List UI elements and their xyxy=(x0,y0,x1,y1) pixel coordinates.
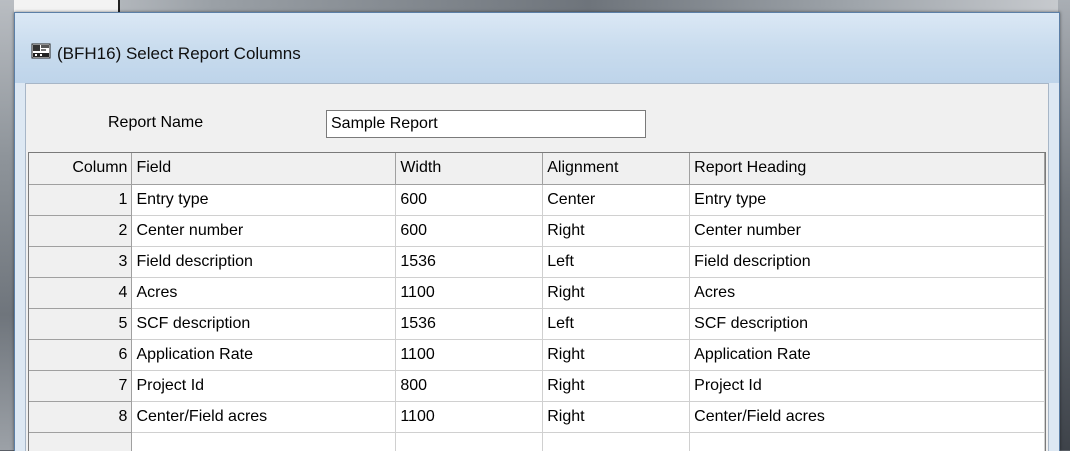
row-number[interactable]: 8 xyxy=(29,401,133,433)
table-row[interactable]: 1 Entry type 600 Center Entry type xyxy=(29,184,1045,216)
alignment-cell[interactable]: Right xyxy=(542,215,691,247)
dialog-client-area: Report Name Sample Report Column Field W… xyxy=(25,83,1049,451)
row-number[interactable]: 3 xyxy=(29,246,133,278)
field-cell[interactable]: Project Id xyxy=(131,370,397,402)
desktop-background-left xyxy=(0,0,14,450)
alignment-cell[interactable]: Right xyxy=(542,370,691,402)
width-cell[interactable]: 1100 xyxy=(395,339,544,371)
title-bar[interactable]: (BFH16) Select Report Columns xyxy=(15,13,1059,83)
column-header-column[interactable]: Column xyxy=(29,153,133,185)
column-header-field[interactable]: Field xyxy=(131,153,397,185)
table-row[interactable]: 3 Field description 1536 Left Field desc… xyxy=(29,246,1045,278)
report-heading-cell[interactable]: Entry type xyxy=(689,184,1045,216)
table-row-empty[interactable] xyxy=(29,432,1045,451)
table-row[interactable]: 2 Center number 600 Right Center number xyxy=(29,215,1045,247)
alignment-cell[interactable]: Left xyxy=(542,308,691,340)
column-header-report-heading[interactable]: Report Heading xyxy=(689,153,1045,185)
window-title: (BFH16) Select Report Columns xyxy=(57,44,301,63)
row-number[interactable]: 4 xyxy=(29,277,133,309)
row-number[interactable]: 2 xyxy=(29,215,133,247)
select-report-columns-window: (BFH16) Select Report Columns Report Nam… xyxy=(14,12,1060,451)
row-number[interactable]: 5 xyxy=(29,308,133,340)
report-columns-grid[interactable]: Column Field Width Alignment Report Head… xyxy=(28,152,1046,451)
report-heading-cell[interactable]: Project Id xyxy=(689,370,1045,402)
table-row[interactable]: 4 Acres 1100 Right Acres xyxy=(29,277,1045,309)
report-heading-cell[interactable]: Center number xyxy=(689,215,1045,247)
app-icon xyxy=(31,43,51,59)
alignment-cell[interactable]: Right xyxy=(542,277,691,309)
width-cell[interactable]: 1100 xyxy=(395,277,544,309)
report-heading-cell[interactable] xyxy=(689,432,1045,451)
table-row[interactable]: 6 Application Rate 1100 Right Applicatio… xyxy=(29,339,1045,371)
report-heading-cell[interactable]: Field description xyxy=(689,246,1045,278)
field-cell[interactable]: Center/Field acres xyxy=(131,401,397,433)
width-cell[interactable]: 600 xyxy=(395,215,544,247)
width-cell[interactable]: 1536 xyxy=(395,308,544,340)
width-cell[interactable]: 1536 xyxy=(395,246,544,278)
field-cell[interactable]: Application Rate xyxy=(131,339,397,371)
alignment-cell[interactable] xyxy=(542,432,691,451)
width-cell[interactable]: 800 xyxy=(395,370,544,402)
columns-table: Column Field Width Alignment Report Head… xyxy=(29,153,1045,451)
field-cell[interactable]: Center number xyxy=(131,215,397,247)
report-heading-cell[interactable]: Application Rate xyxy=(689,339,1045,371)
report-heading-cell[interactable]: SCF description xyxy=(689,308,1045,340)
table-row[interactable]: 8 Center/Field acres 1100 Right Center/F… xyxy=(29,401,1045,433)
width-cell[interactable]: 1100 xyxy=(395,401,544,433)
report-heading-cell[interactable]: Center/Field acres xyxy=(689,401,1045,433)
width-cell[interactable] xyxy=(395,432,544,451)
desktop-background-top xyxy=(0,0,1070,12)
row-number[interactable]: 7 xyxy=(29,370,133,402)
column-header-width[interactable]: Width xyxy=(395,153,544,185)
table-header-row: Column Field Width Alignment Report Head… xyxy=(29,153,1045,185)
field-cell[interactable] xyxy=(131,432,397,451)
field-cell[interactable]: Acres xyxy=(131,277,397,309)
report-name-label: Report Name xyxy=(108,114,204,131)
table-row[interactable]: 7 Project Id 800 Right Project Id xyxy=(29,370,1045,402)
report-heading-cell[interactable]: Acres xyxy=(689,277,1045,309)
column-header-alignment[interactable]: Alignment xyxy=(542,153,691,185)
table-row[interactable]: 5 SCF description 1536 Left SCF descript… xyxy=(29,308,1045,340)
field-cell[interactable]: Field description xyxy=(131,246,397,278)
background-window-tab xyxy=(14,0,120,12)
row-number[interactable]: 6 xyxy=(29,339,133,371)
row-number[interactable] xyxy=(29,432,133,451)
width-cell[interactable]: 600 xyxy=(395,184,544,216)
alignment-cell[interactable]: Left xyxy=(542,246,691,278)
alignment-cell[interactable]: Right xyxy=(542,339,691,371)
field-cell[interactable]: Entry type xyxy=(131,184,397,216)
field-cell[interactable]: SCF description xyxy=(131,308,397,340)
alignment-cell[interactable]: Center xyxy=(542,184,691,216)
row-number[interactable]: 1 xyxy=(29,184,133,216)
report-name-input[interactable]: Sample Report xyxy=(326,110,646,138)
alignment-cell[interactable]: Right xyxy=(542,401,691,433)
